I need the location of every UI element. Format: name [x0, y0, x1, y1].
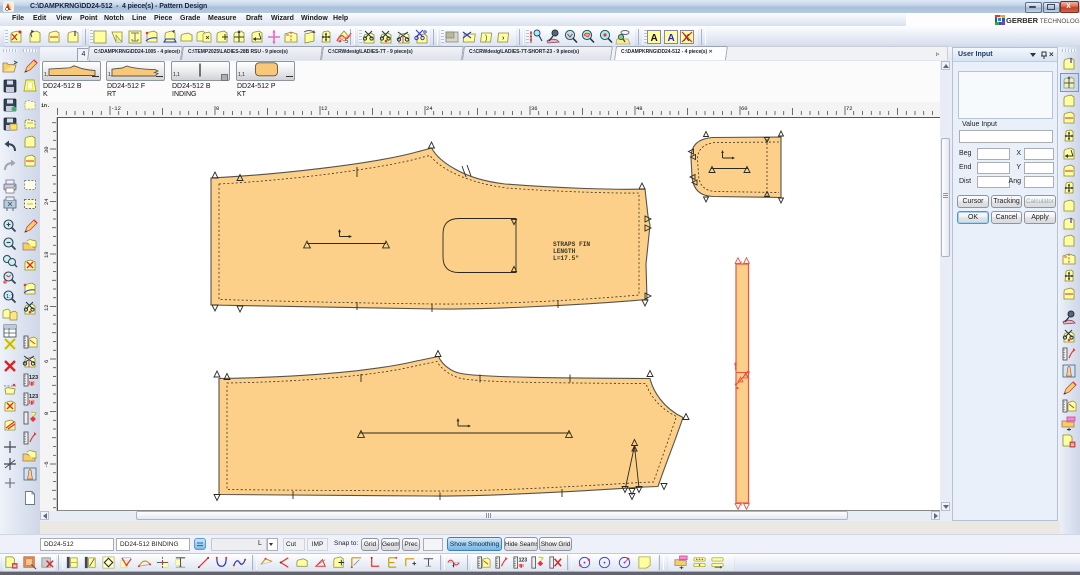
svg-text:36: 36: [531, 105, 538, 112]
svg-text:-6: -6: [43, 461, 50, 468]
svg-text:12: 12: [43, 304, 50, 311]
svg-text:12: 12: [321, 105, 328, 112]
svg-text:24: 24: [43, 198, 50, 205]
svg-text:0: 0: [43, 412, 50, 415]
svg-text:72: 72: [846, 105, 853, 112]
svg-text:A: A: [651, 33, 658, 44]
svg-text:60: 60: [741, 105, 748, 112]
svg-text:I▮I: I▮I: [519, 563, 524, 568]
svg-text:I▮I: I▮I: [29, 381, 35, 387]
svg-text:LENGTH: LENGTH: [553, 248, 576, 255]
svg-text:30: 30: [43, 146, 50, 153]
svg-text:18: 18: [43, 251, 50, 258]
svg-text:L=17.5": L=17.5": [553, 255, 579, 262]
svg-text:A: A: [667, 33, 674, 44]
svg-text:-12: -12: [111, 105, 121, 112]
svg-text:6: 6: [43, 360, 50, 363]
svg-text:48: 48: [636, 105, 643, 112]
svg-text:): ): [485, 35, 487, 42]
svg-text:24: 24: [426, 105, 433, 112]
svg-text:STRAPS FIN: STRAPS FIN: [553, 241, 590, 248]
svg-text:0: 0: [216, 105, 219, 112]
svg-text:I▮I: I▮I: [29, 400, 35, 406]
